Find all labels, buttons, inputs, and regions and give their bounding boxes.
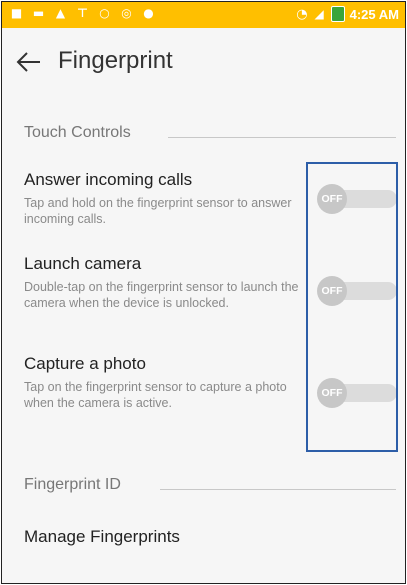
section-divider [168, 137, 396, 138]
back-arrow-icon[interactable] [16, 50, 42, 74]
section-header-touch-controls: Touch Controls [24, 124, 131, 141]
notification-icon: ● [143, 6, 154, 20]
notification-icon: ■ [10, 6, 23, 20]
notification-icon: ⊤ [77, 6, 88, 20]
setting-answer-calls-description: Tap and hold on the fingerprint sensor t… [24, 196, 292, 226]
setting-answer-calls-title[interactable]: Answer incoming calls [24, 170, 192, 190]
setting-capture-photo-description: Tap on the fingerprint sensor to capture… [24, 380, 287, 410]
toggles-highlight-box [306, 162, 398, 452]
battery-icon [330, 6, 345, 22]
status-system: ◔ ◢ 4:25 AM [296, 6, 399, 22]
setting-launch-camera-title[interactable]: Launch camera [24, 254, 141, 274]
status-time: 4:25 AM [349, 6, 399, 22]
wifi-icon: ◔ [296, 6, 308, 22]
notification-icon: ▬ [32, 6, 45, 20]
section-header-fingerprint-id: Fingerprint ID [24, 476, 121, 493]
setting-capture-photo-title[interactable]: Capture a photo [24, 354, 146, 374]
signal-icon: ◢ [314, 6, 324, 21]
section-divider [160, 489, 396, 490]
screen-frame: ■ ▬ ▲ ⊤ ○ ◎ ● ◔ ◢ 4:25 AM Fingerprint To… [1, 1, 406, 584]
manage-fingerprints-item[interactable]: Manage Fingerprints [24, 527, 180, 547]
notification-icon: ○ [99, 6, 110, 20]
notification-icon: ◎ [121, 6, 132, 20]
status-notifications: ■ ▬ ▲ ⊤ ○ ◎ ● [10, 7, 155, 20]
setting-launch-camera-description: Double-tap on the fingerprint sensor to … [24, 280, 299, 310]
status-bar: ■ ▬ ▲ ⊤ ○ ◎ ● ◔ ◢ 4:25 AM [2, 2, 405, 28]
page-title: Fingerprint [58, 47, 173, 74]
app-bar: Fingerprint [2, 28, 405, 96]
alert-icon: ▲ [55, 6, 66, 20]
